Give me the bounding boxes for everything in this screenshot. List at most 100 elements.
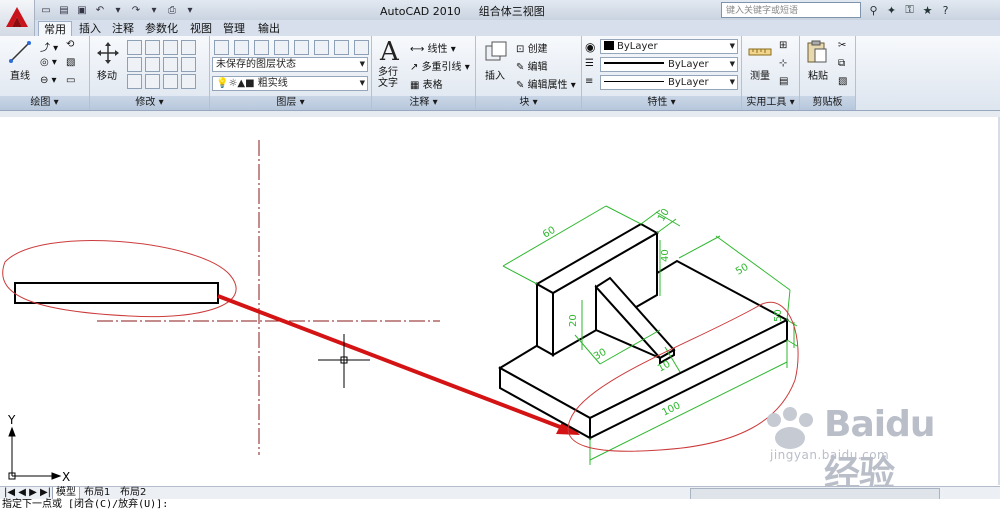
copy-object-icon[interactable] <box>127 57 142 72</box>
linear-dimension-button[interactable]: ⟷ 线性 ▾ <box>410 40 456 55</box>
plot-icon[interactable]: ⎙ <box>164 2 180 18</box>
table-button[interactable]: ▦ 表格 <box>410 76 443 91</box>
rotate-icon[interactable] <box>127 40 142 55</box>
tab-nav-arrows[interactable]: |◀ ◀ ▶ ▶| <box>4 487 51 499</box>
ellipse-icon[interactable]: ⊖ ▾ <box>40 75 57 86</box>
color-select[interactable]: ByLayer ▼ <box>600 39 738 54</box>
layer-properties-icon[interactable] <box>214 40 229 55</box>
calculator-icon[interactable]: ▤ <box>779 76 788 87</box>
create-block-button[interactable]: ⊡ 创建 <box>516 40 548 55</box>
wrench-icon[interactable]: ✦ <box>884 2 899 18</box>
tab-home[interactable]: 常用 <box>38 21 72 37</box>
rectangle-icon[interactable]: ▭ <box>66 75 75 86</box>
layer-icon[interactable] <box>334 40 349 55</box>
insert-block-icon[interactable] <box>484 40 508 64</box>
circle-icon[interactable]: ◎ ▾ <box>40 57 57 68</box>
polyline-icon[interactable]: ⤴ ▾ <box>40 39 58 54</box>
lineweight-icon[interactable]: ☰ <box>585 58 594 69</box>
layer-state-select[interactable]: 未保存的图层状态 ▼ <box>212 57 368 72</box>
linear-label: 线性 <box>427 44 448 55</box>
annotation-panel-label[interactable]: 注释 ▾ <box>372 96 475 110</box>
properties-panel-label[interactable]: 特性 ▾ <box>582 96 741 110</box>
dropdown-icon[interactable]: ▾ <box>182 2 198 18</box>
circle-tool-icon[interactable] <box>145 40 160 55</box>
command-line[interactable]: 指定下一点或 [闭合(C)/放弃(U)]: <box>0 499 1000 511</box>
color-wheel-icon[interactable]: ◉ <box>585 40 595 54</box>
match-properties-icon[interactable]: ▧ <box>838 76 847 87</box>
stretch-icon[interactable] <box>127 74 142 89</box>
layer-icon[interactable] <box>294 40 309 55</box>
copy-icon[interactable] <box>181 40 196 55</box>
linetype-icon[interactable]: ≡ <box>585 76 593 87</box>
scale-icon[interactable] <box>145 74 160 89</box>
help-icon[interactable]: ? <box>938 2 953 18</box>
search-input[interactable]: 键入关键字或短语 <box>721 2 861 18</box>
trim-icon[interactable] <box>163 40 178 55</box>
save-icon[interactable]: ▣ <box>74 2 90 18</box>
modify-panel-label[interactable]: 修改 ▾ <box>90 96 209 110</box>
tab-annotate[interactable]: 注释 <box>107 21 139 36</box>
array-icon[interactable] <box>163 74 178 89</box>
clipboard-panel-label[interactable]: 剪贴板 <box>800 96 855 110</box>
mirror-icon[interactable] <box>145 57 160 72</box>
layer-icon[interactable] <box>254 40 269 55</box>
dim-text: 50 <box>734 262 751 278</box>
move-button-label[interactable]: 移动 <box>97 67 117 82</box>
hatch-icon[interactable]: ▧ <box>66 57 75 68</box>
new-icon[interactable]: ▭ <box>38 2 54 18</box>
fillet-icon[interactable] <box>163 57 178 72</box>
cut-icon[interactable]: ✂ <box>838 40 846 51</box>
edit-attributes-button[interactable]: ✎ 编辑属性 ▾ <box>516 76 576 91</box>
mtext-button-label[interactable]: 多行 文字 <box>378 67 398 89</box>
layer-icon[interactable] <box>354 40 369 55</box>
line-button-label[interactable]: 直线 <box>10 67 30 82</box>
chevron-down-icon: ▼ <box>729 42 735 50</box>
edit-block-button[interactable]: ✎ 编辑 <box>516 58 548 73</box>
dropdown-icon[interactable]: ▾ <box>110 2 126 18</box>
draw-panel-label[interactable]: 绘图 ▾ <box>0 96 89 110</box>
tab-layout1[interactable]: 布局1 <box>84 487 110 499</box>
star-icon[interactable]: ★ <box>920 2 935 18</box>
open-icon[interactable]: ▤ <box>56 2 72 18</box>
binoculars-icon[interactable]: ⚲ <box>866 2 881 18</box>
measure-button-label[interactable]: 测量 <box>750 67 770 82</box>
line-icon[interactable] <box>8 40 32 64</box>
tab-insert[interactable]: 插入 <box>74 21 106 36</box>
utilities-panel-label[interactable]: 实用工具 ▾ <box>742 96 799 110</box>
side-view-rectangle[interactable] <box>14 282 219 304</box>
tab-view[interactable]: 视图 <box>185 21 217 36</box>
lineweight-select[interactable]: ByLayer ▼ <box>600 75 738 90</box>
tab-manage[interactable]: 管理 <box>218 21 250 36</box>
paste-button-label[interactable]: 粘贴 <box>808 67 828 82</box>
key-icon[interactable]: ⚿ <box>902 2 917 18</box>
current-layer-select[interactable]: 💡☼▲■ 粗实线 ▼ <box>212 76 368 91</box>
tab-output[interactable]: 输出 <box>253 21 285 36</box>
mtext-icon[interactable]: A <box>380 37 399 67</box>
tab-parametric[interactable]: 参数化 <box>140 21 183 36</box>
rotate-icon[interactable]: ⟲ <box>66 39 74 50</box>
measure-icon[interactable] <box>748 42 772 62</box>
block-panel-label[interactable]: 块 ▾ <box>476 96 581 110</box>
insert-button-label[interactable]: 插入 <box>485 67 505 82</box>
ribbon: 直线 ⤴ ▾ ⟲ ◎ ▾ ▧ ⊖ ▾ ▭ 绘图 ▾ 移动 修改 ▾ 未保存的图层… <box>0 36 1000 111</box>
paste-icon[interactable] <box>806 40 828 64</box>
copy-icon[interactable]: ⧉ <box>838 58 845 69</box>
layer-icon[interactable] <box>274 40 289 55</box>
drawing-canvas[interactable]: 60 10 50 40 50 20 30 10 100 Y X Baidu 经验… <box>0 111 1000 495</box>
layer-icon[interactable] <box>234 40 249 55</box>
select-icon[interactable]: ⊹ <box>779 58 787 69</box>
redo-icon[interactable]: ↷ <box>128 2 144 18</box>
move-icon[interactable] <box>96 41 120 65</box>
layers-panel-label[interactable]: 图层 ▾ <box>210 96 371 110</box>
tab-layout2[interactable]: 布局2 <box>120 487 146 499</box>
multileader-button[interactable]: ↗ 多重引线 ▾ <box>410 58 470 73</box>
dropdown-icon[interactable]: ▾ <box>146 2 162 18</box>
quick-select-icon[interactable]: ⊞ <box>779 40 787 51</box>
layer-icon[interactable] <box>314 40 329 55</box>
explode-icon[interactable] <box>181 57 196 72</box>
offset-icon[interactable] <box>181 74 196 89</box>
undo-icon[interactable]: ↶ <box>92 2 108 18</box>
edit-attributes-icon: ✎ <box>516 80 528 91</box>
linetype-select[interactable]: ByLayer ▼ <box>600 57 738 72</box>
application-menu-button[interactable] <box>0 0 35 36</box>
